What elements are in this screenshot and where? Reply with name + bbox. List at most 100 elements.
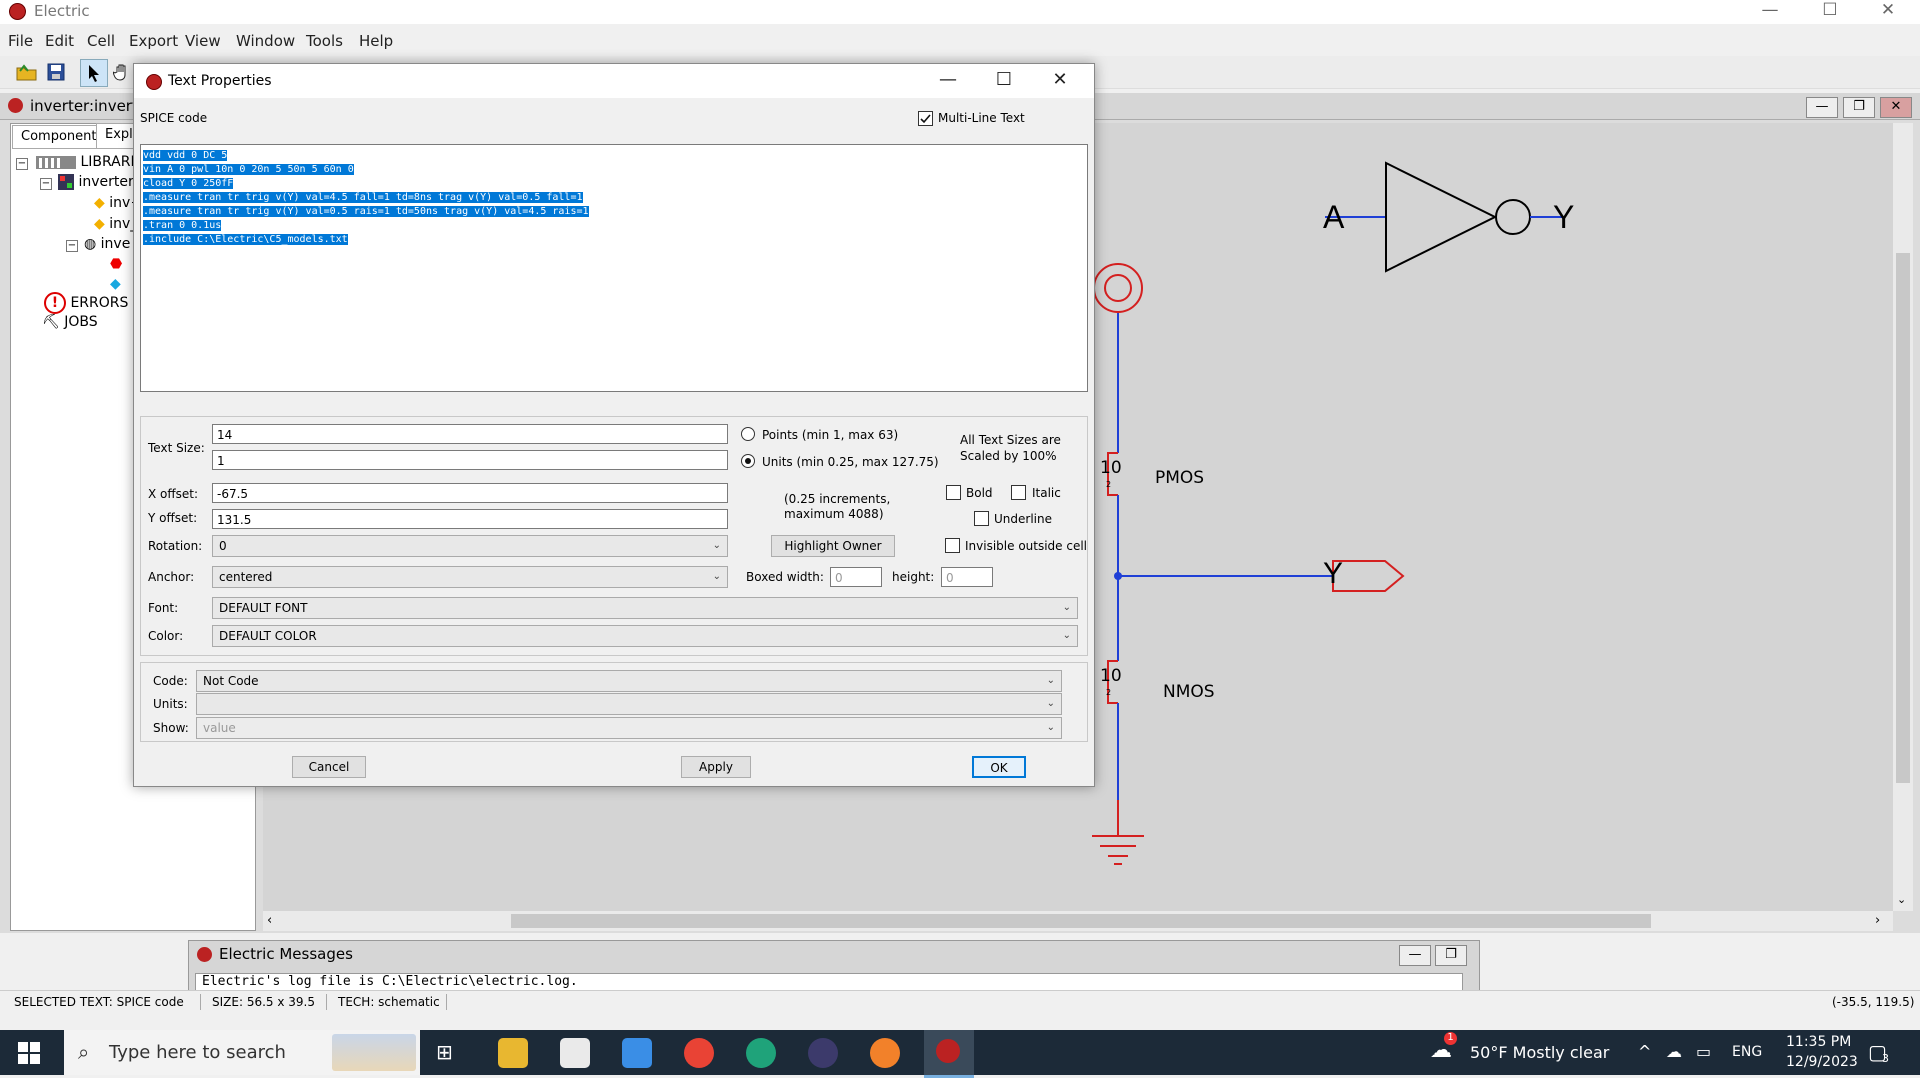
menu-edit[interactable]: Edit xyxy=(45,32,74,50)
points-label: Points (min 1, max 63) xyxy=(762,428,899,442)
mail-icon[interactable] xyxy=(622,1038,652,1068)
height-input[interactable]: 0 xyxy=(941,567,993,587)
underline-checkbox[interactable] xyxy=(974,511,989,526)
horizontal-scroll-thumb[interactable] xyxy=(511,914,1651,928)
electric-taskbar-button[interactable] xyxy=(924,1030,974,1078)
dialog-minimize-icon[interactable]: — xyxy=(920,68,976,94)
anchor-select[interactable]: centered ⌄ xyxy=(212,566,728,588)
chevron-down-icon: ⌄ xyxy=(1062,630,1071,641)
show-select[interactable]: value ⌄ xyxy=(196,717,1062,739)
tree-item-cell-2[interactable]: ◆ inv_ xyxy=(94,216,137,232)
messages-restore-icon[interactable]: ❐ xyxy=(1435,945,1467,966)
tree-toggle[interactable]: − xyxy=(16,158,28,170)
messages-minimize-icon[interactable]: — xyxy=(1399,945,1431,966)
italic-checkbox[interactable] xyxy=(1011,485,1026,500)
canvas-vertical-scrollbar[interactable]: ⌄ xyxy=(1893,123,1913,911)
bold-checkbox[interactable] xyxy=(946,485,961,500)
tree-item-node-1[interactable]: ⬣ xyxy=(110,256,122,272)
scroll-down-icon[interactable]: ⌄ xyxy=(1897,893,1906,906)
anchor-label: Anchor: xyxy=(148,570,195,584)
all-sizes-note-2: Scaled by 100% xyxy=(960,449,1057,463)
menu-file[interactable]: File xyxy=(8,32,33,50)
vertical-scroll-thumb[interactable] xyxy=(1896,253,1910,783)
tree-item-jobs[interactable]: ⛏ JOBS xyxy=(42,314,98,330)
tree-label: ERRORS xyxy=(70,295,129,311)
tree-item-errors[interactable]: ! ERRORS xyxy=(44,292,128,314)
file-explorer-icon[interactable] xyxy=(498,1038,528,1068)
highlight-owner-button[interactable]: Highlight Owner xyxy=(771,535,895,557)
text-size-points-input[interactable]: 14 xyxy=(212,424,728,444)
points-radio[interactable] xyxy=(741,427,755,441)
eclipse-icon[interactable] xyxy=(808,1038,838,1068)
open-library-icon[interactable] xyxy=(14,59,40,85)
tree-item-node-2[interactable]: ◆ xyxy=(110,276,121,292)
anchor-value: centered xyxy=(219,570,273,584)
show-value: value xyxy=(203,721,236,735)
minimize-icon[interactable]: — xyxy=(1742,0,1798,22)
tree-item-libraries[interactable]: LIBRARI xyxy=(36,154,135,170)
color-select[interactable]: DEFAULT COLOR ⌄ xyxy=(212,625,1078,647)
dialog-maximize-icon[interactable]: ☐ xyxy=(976,68,1032,94)
height-label: height: xyxy=(892,570,935,584)
clock-time[interactable]: 11:35 PM xyxy=(1786,1034,1851,1050)
dialog-title-bar: Text Properties — ☐ ✕ xyxy=(134,64,1094,98)
cancel-button[interactable]: Cancel xyxy=(292,756,366,778)
maximize-icon[interactable]: ☐ xyxy=(1802,0,1858,22)
app-title: Electric xyxy=(34,2,90,20)
tree-item-cell-3[interactable]: ◍ inve xyxy=(84,236,130,252)
chrome-icon[interactable] xyxy=(684,1038,714,1068)
microsoft-store-icon[interactable] xyxy=(560,1038,590,1068)
weather-text[interactable]: 50°F Mostly clear xyxy=(1470,1043,1609,1062)
code-line: .measure tran tr trig v(Y) val=4.5 fall=… xyxy=(143,192,583,203)
language-indicator[interactable]: ENG xyxy=(1732,1044,1762,1060)
scroll-left-icon[interactable]: ‹ xyxy=(267,913,272,928)
canvas-horizontal-scrollbar[interactable]: ‹ › xyxy=(263,911,1893,931)
pan-hand-icon[interactable] xyxy=(109,59,135,85)
windows-start-icon[interactable] xyxy=(18,1042,40,1068)
code-select[interactable]: Not Code ⌄ xyxy=(196,670,1062,692)
messages-window: Electric Messages — ❐ Electric's log fil… xyxy=(188,940,1480,994)
units-radio[interactable] xyxy=(741,454,755,468)
invisible-outside-cell-checkbox[interactable] xyxy=(945,538,960,553)
dialog-close-icon[interactable]: ✕ xyxy=(1032,68,1088,94)
x-offset-input[interactable]: -67.5 xyxy=(212,483,728,503)
edge-icon[interactable] xyxy=(746,1038,776,1068)
tree-toggle[interactable]: − xyxy=(40,178,52,190)
cell-minimize-icon[interactable]: — xyxy=(1806,97,1838,118)
invisible-outside-cell-label: Invisible outside cell xyxy=(965,539,1088,553)
menu-export[interactable]: Export xyxy=(129,32,178,50)
save-icon[interactable] xyxy=(43,59,69,85)
cell-close-icon[interactable]: ✕ xyxy=(1880,97,1912,118)
cell-restore-icon[interactable]: ❐ xyxy=(1843,97,1875,118)
menu-help[interactable]: Help xyxy=(359,32,393,50)
task-view-icon[interactable]: ⊞ xyxy=(436,1040,453,1064)
y-offset-input[interactable]: 131.5 xyxy=(212,509,728,529)
select-arrow-icon[interactable] xyxy=(80,59,108,87)
ok-button[interactable]: OK xyxy=(972,756,1026,778)
network-icon[interactable]: ☁ xyxy=(1666,1042,1682,1061)
spice-code-textarea[interactable]: vdd vdd 0 DC 5 vin A 0 pwl 10n 0 20n 5 5… xyxy=(140,144,1088,392)
firefox-icon[interactable] xyxy=(870,1038,900,1068)
rotation-select[interactable]: 0 ⌄ xyxy=(212,535,728,557)
apply-button[interactable]: Apply xyxy=(681,756,751,778)
scroll-right-icon[interactable]: › xyxy=(1875,913,1880,928)
tree-item-library-inverter[interactable]: inverter xyxy=(58,174,134,190)
code-line: .measure tran tr trig v(Y) val=0.5 rais=… xyxy=(143,206,589,217)
font-select[interactable]: DEFAULT FONT ⌄ xyxy=(212,597,1078,619)
multiline-checkbox[interactable] xyxy=(918,111,933,126)
tree-toggle[interactable]: − xyxy=(66,240,78,252)
text-size-units-input[interactable]: 1 xyxy=(212,450,728,470)
units-select[interactable]: ⌄ xyxy=(196,693,1062,715)
tray-chevron-icon[interactable]: ^ xyxy=(1638,1042,1651,1061)
menu-cell[interactable]: Cell xyxy=(87,32,115,50)
status-selected: SELECTED TEXT: SPICE code xyxy=(14,995,184,1009)
volume-icon[interactable]: ▭ xyxy=(1696,1042,1711,1061)
taskbar-search-box[interactable]: ⌕ Type here to search xyxy=(64,1030,420,1075)
menu-tools[interactable]: Tools xyxy=(306,32,343,50)
menu-window[interactable]: Window xyxy=(236,32,295,50)
rotation-label: Rotation: xyxy=(148,539,203,553)
clock-date[interactable]: 12/9/2023 xyxy=(1786,1054,1858,1070)
menu-view[interactable]: View xyxy=(185,32,221,50)
close-icon[interactable]: ✕ xyxy=(1860,0,1916,22)
boxed-width-input[interactable]: 0 xyxy=(830,567,882,587)
